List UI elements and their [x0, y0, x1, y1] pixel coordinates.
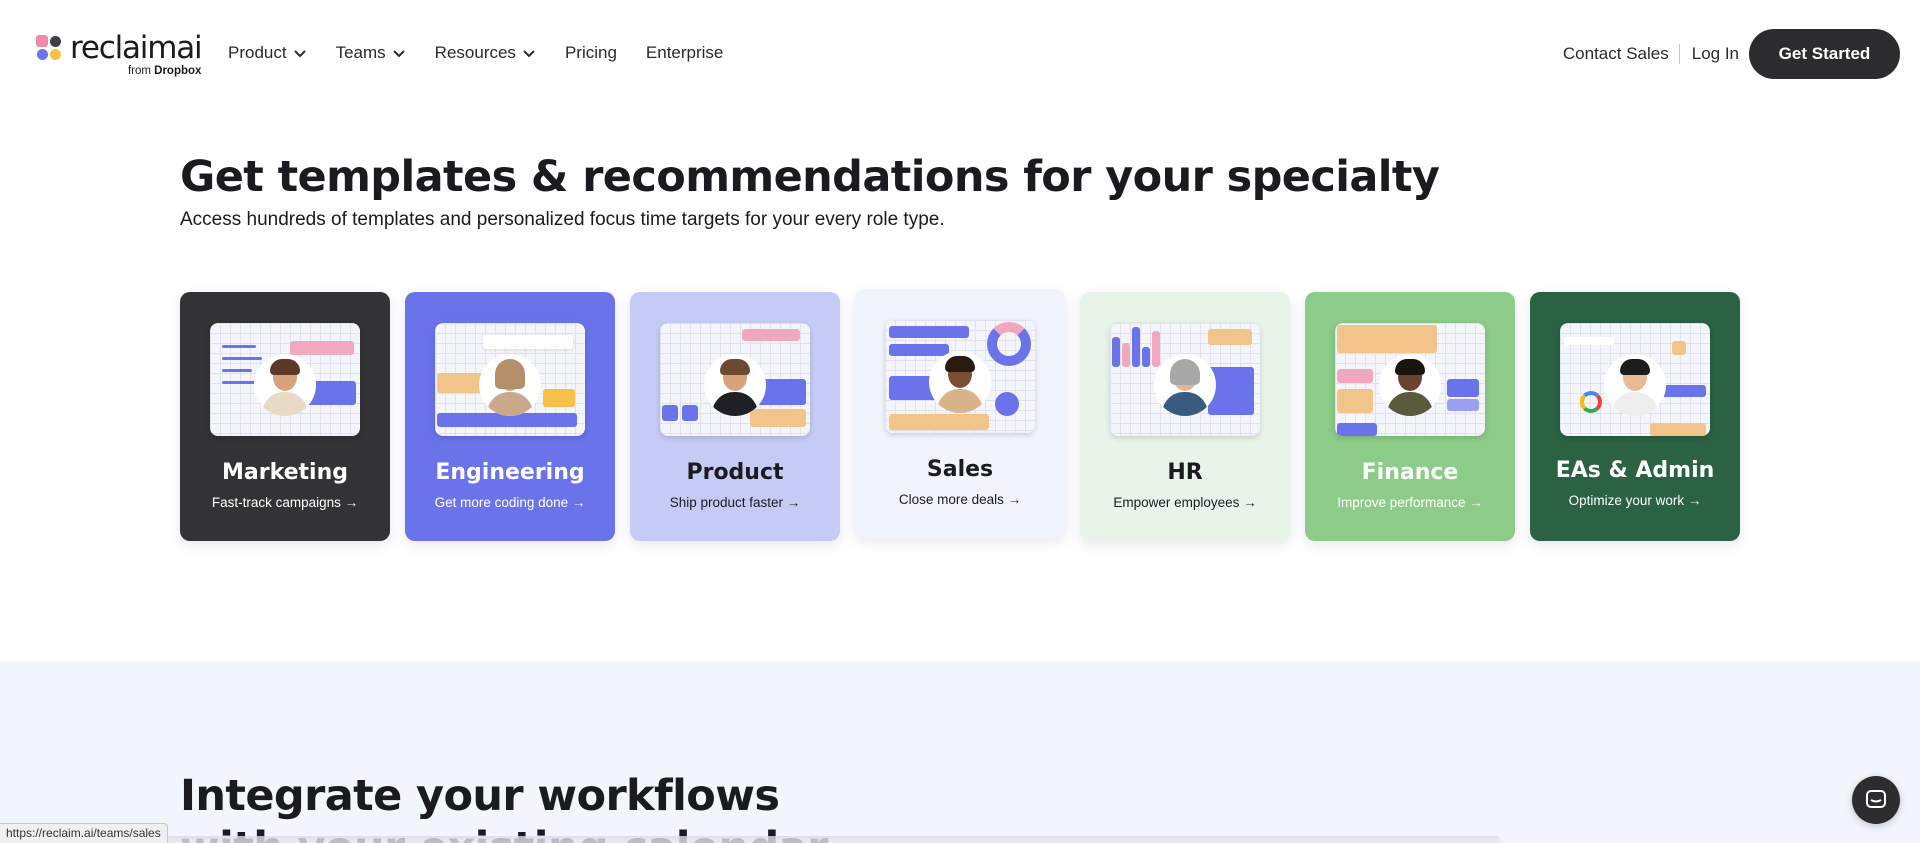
chat-icon: [1866, 790, 1886, 808]
card-title: Finance: [1361, 460, 1459, 485]
chat-launcher-button[interactable]: [1852, 776, 1900, 824]
card-title: EAs & Admin: [1555, 458, 1715, 483]
nav-pricing[interactable]: Pricing: [565, 43, 617, 63]
card-title: Sales: [926, 457, 994, 482]
reclaim-logo[interactable]: reclaimai from Dropbox: [36, 30, 203, 77]
specialty-subheading: Access hundreds of templates and persona…: [180, 209, 945, 230]
contact-sales-link[interactable]: Contact Sales: [1563, 44, 1669, 64]
card-product[interactable]: Product Ship product faster →: [630, 292, 840, 541]
person-avatar: [479, 353, 541, 416]
logo-subline: from Dropbox: [127, 65, 202, 77]
person-avatar: [1379, 353, 1441, 416]
chevron-down-icon: [392, 50, 405, 58]
person-avatar: [929, 350, 991, 413]
specialty-cards: Marketing Fast-track campaigns → Enginee…: [180, 289, 1755, 541]
card-link[interactable]: Fast-track campaigns →: [180, 495, 390, 510]
person-avatar: [704, 353, 766, 416]
card-title: HR: [1167, 460, 1203, 485]
nav-enterprise[interactable]: Enterprise: [646, 43, 723, 63]
main-nav: Product Teams Resources Pricing Enterpri…: [228, 43, 752, 63]
card-illustration: [1110, 323, 1260, 436]
card-link[interactable]: Close more deals →: [855, 492, 1065, 507]
card-hr[interactable]: HR Empower employees →: [1080, 292, 1290, 541]
card-link[interactable]: Improve performance →: [1305, 495, 1515, 510]
logo-mark-icon: [36, 35, 64, 63]
card-link[interactable]: Optimize your work →: [1530, 493, 1740, 508]
header-actions: Contact Sales Log In Get Started: [1563, 29, 1900, 79]
person-avatar: [1154, 353, 1216, 416]
card-illustration: [660, 323, 810, 436]
card-title: Product: [686, 460, 784, 485]
nav-product[interactable]: Product: [228, 43, 307, 63]
card-link[interactable]: Empower employees →: [1080, 495, 1290, 510]
site-header: reclaimai from Dropbox Product Teams Res…: [0, 0, 1920, 110]
person-avatar: [1604, 353, 1666, 416]
chevron-down-icon: [523, 50, 535, 58]
card-link[interactable]: Get more coding done →: [405, 495, 615, 510]
log-in-link[interactable]: Log In: [1692, 44, 1739, 64]
card-illustration: [1560, 323, 1710, 436]
specialty-heading: Get templates & recommendations for your…: [180, 152, 1440, 202]
card-eas-admin[interactable]: EAs & Admin Optimize your work →: [1530, 292, 1740, 541]
integrate-heading: Integrate your workflows with your exist…: [180, 771, 828, 843]
card-illustration: [435, 323, 585, 436]
divider: [1678, 44, 1680, 64]
logo-wordmark: reclaimai: [70, 30, 203, 66]
get-started-button[interactable]: Get Started: [1749, 29, 1900, 79]
card-sales[interactable]: Sales Close more deals →: [855, 289, 1065, 538]
card-title: Marketing: [221, 460, 349, 485]
card-illustration: [1335, 323, 1485, 436]
card-engineering[interactable]: Engineering Get more coding done →: [405, 292, 615, 541]
chevron-down-icon: [293, 50, 306, 58]
card-illustration: [210, 323, 360, 436]
card-link[interactable]: Ship product faster →: [630, 495, 840, 510]
person-avatar: [254, 353, 316, 416]
card-title: Engineering: [435, 460, 585, 485]
card-finance[interactable]: Finance Improve performance →: [1305, 292, 1515, 541]
status-bar-url: https://reclaim.ai/teams/sales: [0, 823, 168, 843]
card-marketing[interactable]: Marketing Fast-track campaigns →: [180, 292, 390, 541]
nav-resources[interactable]: Resources: [435, 43, 536, 63]
nav-teams[interactable]: Teams: [336, 43, 406, 63]
section-card-edge: [150, 836, 1500, 843]
card-illustration: [885, 320, 1035, 433]
